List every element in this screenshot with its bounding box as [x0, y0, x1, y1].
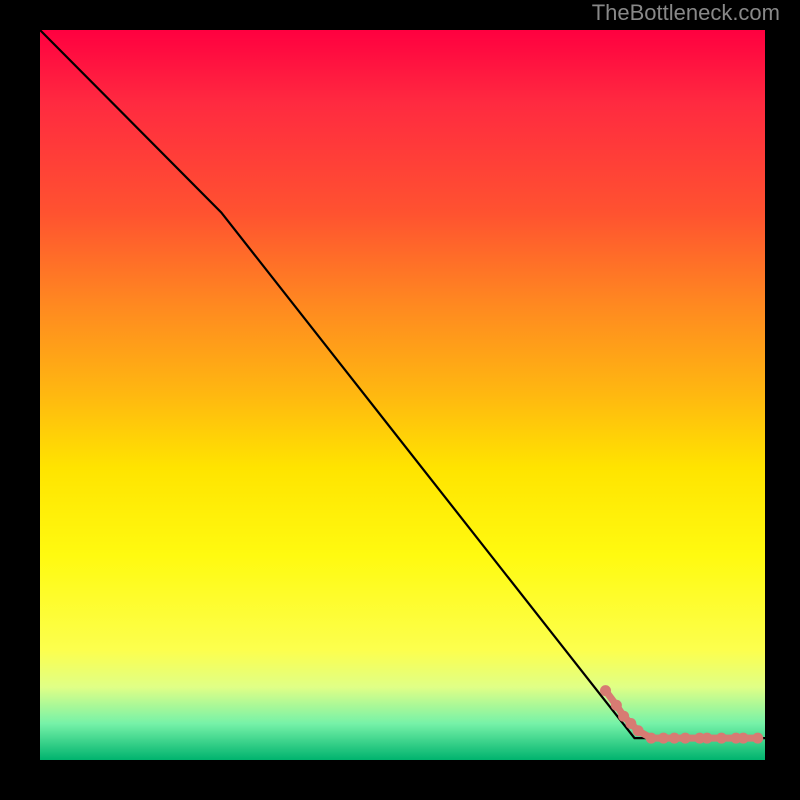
data-point — [680, 733, 691, 744]
data-point — [611, 700, 622, 711]
data-point — [600, 685, 611, 696]
data-point — [738, 733, 749, 744]
plot-overlay — [40, 30, 765, 760]
bottleneck-curve — [40, 30, 765, 738]
data-point — [658, 733, 669, 744]
data-point — [716, 733, 727, 744]
chart-container: TheBottleneck.com — [0, 0, 800, 800]
data-point — [702, 733, 713, 744]
data-points-group — [600, 685, 763, 743]
data-point — [633, 725, 644, 736]
data-point — [752, 733, 763, 744]
data-point — [669, 733, 680, 744]
data-point — [646, 733, 657, 744]
attribution-label: TheBottleneck.com — [592, 0, 780, 26]
